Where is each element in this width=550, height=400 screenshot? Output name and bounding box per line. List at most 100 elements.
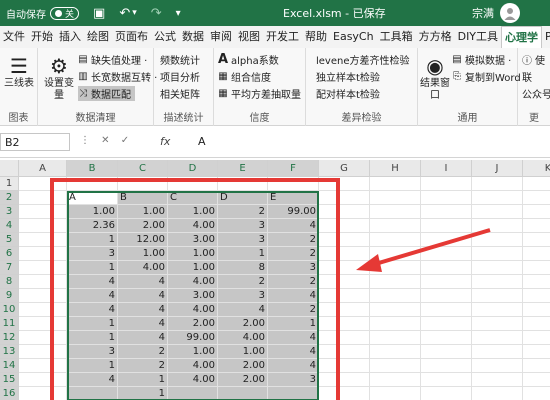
cell-E16[interactable] xyxy=(218,387,268,400)
cell-J2[interactable] xyxy=(472,191,523,205)
cell-F10[interactable]: 2 xyxy=(268,303,319,317)
cell-J11[interactable] xyxy=(472,317,523,331)
paired-t-button[interactable]: 配对样本t检验 xyxy=(316,86,380,101)
cell-G12[interactable] xyxy=(319,331,370,345)
cell-B3[interactable]: 1.00 xyxy=(67,205,118,219)
cell-D8[interactable]: 4.00 xyxy=(168,275,218,289)
tab-15[interactable]: 心理学 xyxy=(501,26,543,48)
cell-F7[interactable]: 3 xyxy=(268,261,319,275)
cell-A1[interactable] xyxy=(19,177,67,191)
cell-E8[interactable]: 2 xyxy=(218,275,268,289)
cell-E10[interactable]: 4 xyxy=(218,303,268,317)
cell-H10[interactable] xyxy=(370,303,421,317)
cell-B16[interactable] xyxy=(67,387,118,400)
cell-B8[interactable]: 4 xyxy=(67,275,118,289)
cell-J9[interactable] xyxy=(472,289,523,303)
column-header-K[interactable]: K xyxy=(523,160,550,177)
cell-D1[interactable] xyxy=(168,177,218,191)
column-header-G[interactable]: G xyxy=(319,160,370,177)
cell-F1[interactable] xyxy=(268,177,319,191)
user-avatar-icon[interactable] xyxy=(500,3,520,23)
cell-K1[interactable] xyxy=(523,177,550,191)
cell-F15[interactable]: 3 xyxy=(268,373,319,387)
cell-I1[interactable] xyxy=(421,177,472,191)
column-header-D[interactable]: D xyxy=(168,160,218,177)
cell-K2[interactable] xyxy=(523,191,550,205)
cell-A6[interactable] xyxy=(19,247,67,261)
cell-G14[interactable] xyxy=(319,359,370,373)
independent-t-button[interactable]: 独立样本t检验 xyxy=(316,69,380,84)
column-header-I[interactable]: I xyxy=(421,160,472,177)
cell-I2[interactable] xyxy=(421,191,472,205)
cell-A5[interactable] xyxy=(19,233,67,247)
cell-D5[interactable]: 3.00 xyxy=(168,233,218,247)
user-name[interactable]: 宗满 xyxy=(472,5,494,21)
cell-F3[interactable]: 99.00 xyxy=(268,205,319,219)
cell-E5[interactable]: 3 xyxy=(218,233,268,247)
cell-C3[interactable]: 1.00 xyxy=(118,205,168,219)
cell-K4[interactable] xyxy=(523,219,550,233)
cell-C9[interactable]: 4 xyxy=(118,289,168,303)
cell-B5[interactable]: 1 xyxy=(67,233,118,247)
simulate-data-button[interactable]: ▤ 模拟数据 · xyxy=(452,52,511,67)
cell-G11[interactable] xyxy=(319,317,370,331)
cell-B4[interactable]: 2.36 xyxy=(67,219,118,233)
cell-E11[interactable]: 2.00 xyxy=(218,317,268,331)
cell-C16[interactable]: 1 xyxy=(118,387,168,400)
row-header-13[interactable]: 13 xyxy=(0,345,19,359)
cell-G10[interactable] xyxy=(319,303,370,317)
cell-B9[interactable]: 4 xyxy=(67,289,118,303)
cell-C10[interactable]: 4 xyxy=(118,303,168,317)
cell-I10[interactable] xyxy=(421,303,472,317)
row-header-7[interactable]: 7 xyxy=(0,261,19,275)
cell-G9[interactable] xyxy=(319,289,370,303)
cell-K16[interactable] xyxy=(523,387,550,400)
cell-E9[interactable]: 3 xyxy=(218,289,268,303)
row-header-6[interactable]: 6 xyxy=(0,247,19,261)
spreadsheet-grid[interactable]: A B C D E F G H I J K 1 2 A B C D E 3 1.00 1.00 1.00 2 99.00 4 2.… xyxy=(0,160,550,400)
levene-button[interactable]: levene方差齐性检验 xyxy=(316,52,410,67)
formula-input[interactable]: A xyxy=(198,135,206,148)
undo-icon[interactable]: ↶ xyxy=(119,6,130,21)
cell-A10[interactable] xyxy=(19,303,67,317)
cell-A14[interactable] xyxy=(19,359,67,373)
cell-E12[interactable]: 4.00 xyxy=(218,331,268,345)
alpha-button[interactable]: Aalpha系数 xyxy=(218,52,279,67)
cell-A8[interactable] xyxy=(19,275,67,289)
cell-F6[interactable]: 2 xyxy=(268,247,319,261)
copy-to-word-button[interactable]: ⎘ 复制到Word xyxy=(452,69,521,84)
row-header-14[interactable]: 14 xyxy=(0,359,19,373)
cell-A3[interactable] xyxy=(19,205,67,219)
cell-B1[interactable] xyxy=(67,177,118,191)
cell-C15[interactable]: 1 xyxy=(118,373,168,387)
more-item-3[interactable]: 公众号 xyxy=(522,86,550,101)
customize-toolbar-icon[interactable]: ▾ xyxy=(176,8,181,19)
cell-C13[interactable]: 2 xyxy=(118,345,168,359)
cell-F9[interactable]: 4 xyxy=(268,289,319,303)
cell-D7[interactable]: 1.00 xyxy=(168,261,218,275)
frequency-button[interactable]: 频数统计 xyxy=(160,52,200,67)
cell-J16[interactable] xyxy=(472,387,523,400)
cell-I15[interactable] xyxy=(421,373,472,387)
cell-E7[interactable]: 8 xyxy=(218,261,268,275)
cell-H12[interactable] xyxy=(370,331,421,345)
cell-C11[interactable]: 4 xyxy=(118,317,168,331)
cell-D14[interactable]: 4.00 xyxy=(168,359,218,373)
cell-E1[interactable] xyxy=(218,177,268,191)
cell-I3[interactable] xyxy=(421,205,472,219)
cell-D15[interactable]: 4.00 xyxy=(168,373,218,387)
tab-6[interactable]: 数据 xyxy=(179,26,207,48)
cell-F14[interactable]: 4 xyxy=(268,359,319,373)
column-header-E[interactable]: E xyxy=(218,160,268,177)
cell-C14[interactable]: 2 xyxy=(118,359,168,373)
correlation-matrix-button[interactable]: 相关矩阵 xyxy=(160,86,200,101)
cell-F2[interactable]: E xyxy=(268,191,319,205)
cell-C1[interactable] xyxy=(118,177,168,191)
cell-H14[interactable] xyxy=(370,359,421,373)
data-match-button[interactable]: ⤨ 数据匹配 xyxy=(78,86,135,101)
cell-J3[interactable] xyxy=(472,205,523,219)
tab-7[interactable]: 审阅 xyxy=(207,26,235,48)
cell-J12[interactable] xyxy=(472,331,523,345)
cell-K15[interactable] xyxy=(523,373,550,387)
cell-K13[interactable] xyxy=(523,345,550,359)
